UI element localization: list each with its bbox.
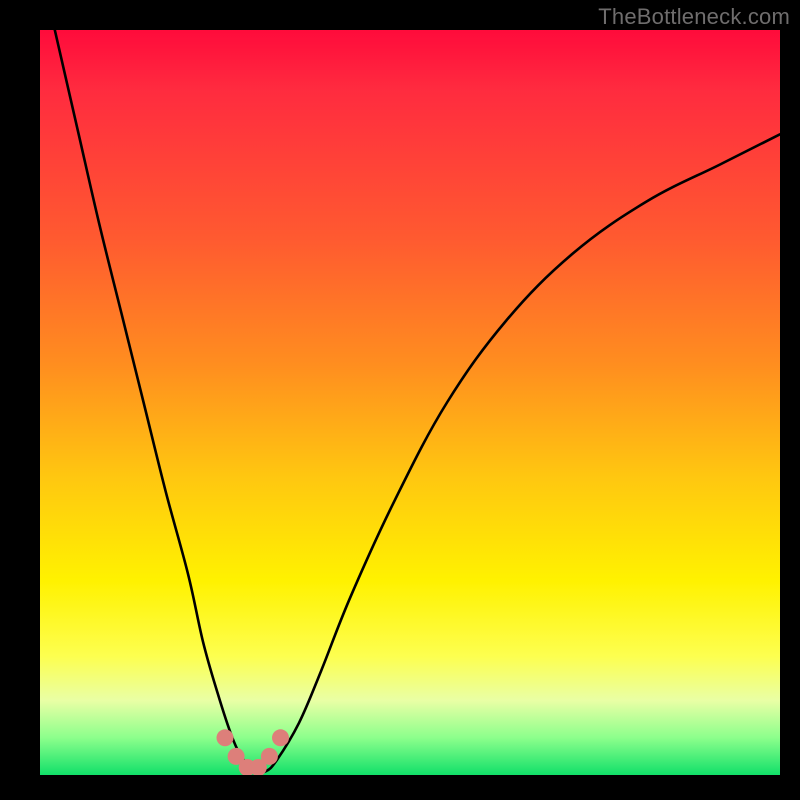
curve-marker bbox=[261, 748, 278, 765]
plot-area bbox=[40, 30, 780, 775]
curve-marker bbox=[217, 729, 234, 746]
watermark-text: TheBottleneck.com bbox=[598, 4, 790, 30]
chart-overlay bbox=[40, 30, 780, 775]
bottleneck-curve bbox=[55, 30, 780, 773]
chart-frame: TheBottleneck.com bbox=[0, 0, 800, 800]
curve-marker bbox=[272, 729, 289, 746]
curve-markers bbox=[217, 729, 290, 775]
